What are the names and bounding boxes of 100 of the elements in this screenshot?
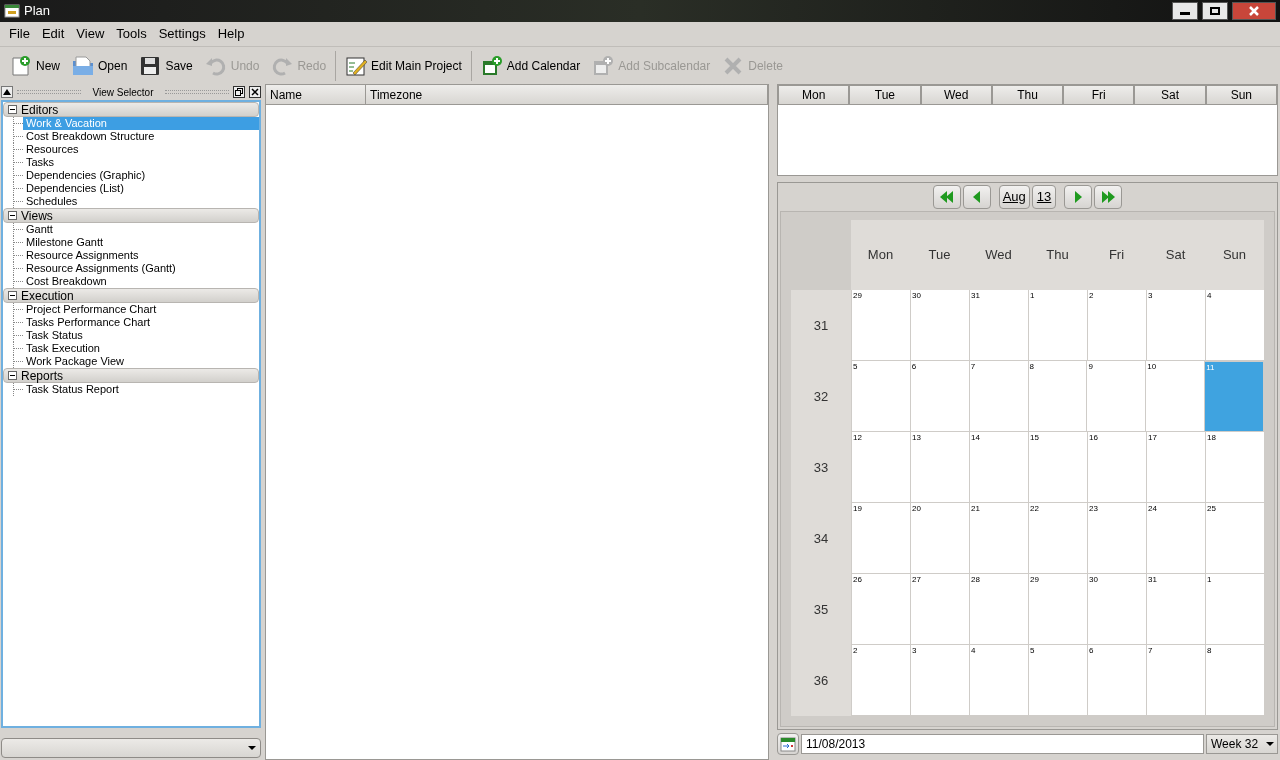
tree-item[interactable]: Schedules	[23, 195, 259, 208]
day-cell[interactable]: 15	[1028, 432, 1087, 503]
day-cell[interactable]: 29	[1028, 574, 1087, 645]
right-arrow-icon	[1074, 191, 1082, 203]
day-cell[interactable]: 23	[1087, 503, 1146, 574]
collapse-button[interactable]	[1, 86, 13, 98]
day-cell[interactable]: 14	[969, 432, 1028, 503]
tree-item[interactable]: Milestone Gantt	[23, 236, 259, 249]
day-cell[interactable]: 13	[910, 432, 969, 503]
tree-item[interactable]: Task Status	[23, 329, 259, 342]
day-header: Sat	[1134, 85, 1206, 105]
day-cell[interactable]: 2	[1087, 290, 1146, 361]
year-button[interactable]: 13	[1031, 185, 1057, 209]
maximize-button[interactable]	[1202, 2, 1228, 20]
day-cell[interactable]: 8	[1027, 361, 1087, 432]
minimize-button[interactable]	[1172, 2, 1198, 20]
day-cell[interactable]: 7	[968, 361, 1028, 432]
month-button[interactable]: Aug	[998, 185, 1030, 209]
day-header: Tue	[849, 85, 921, 105]
toolbar-button[interactable]: New	[4, 49, 66, 82]
day-cell[interactable]: 30	[1087, 574, 1146, 645]
tree-item[interactable]: Resources	[23, 143, 259, 156]
tree-item[interactable]: Task Status Report	[23, 383, 259, 396]
day-cell[interactable]: 17	[1146, 432, 1205, 503]
tree-group[interactable]: Editors	[3, 102, 259, 117]
today-button[interactable]	[777, 733, 799, 755]
week-number: 31	[813, 316, 829, 335]
day-cell[interactable]: 27	[910, 574, 969, 645]
tree-item[interactable]: Tasks	[23, 156, 259, 169]
toolbar-button[interactable]: Add Calendar	[474, 49, 587, 82]
day-cell[interactable]: 4	[969, 645, 1028, 716]
day-cell[interactable]: 18	[1205, 432, 1264, 503]
tree-item[interactable]: Gantt	[23, 223, 259, 236]
day-cell[interactable]: 9	[1086, 361, 1146, 432]
next-month-button[interactable]	[1064, 185, 1093, 209]
day-cell[interactable]: 1	[1028, 290, 1087, 361]
view-dropdown[interactable]	[1, 738, 261, 758]
menu-item[interactable]: Settings	[153, 24, 211, 44]
day-cell[interactable]: 8	[1205, 645, 1264, 716]
day-cell[interactable]: 31	[1146, 574, 1205, 645]
tree-item[interactable]: Project Performance Chart	[23, 303, 259, 316]
day-cell[interactable]: 21	[969, 503, 1028, 574]
day-cell[interactable]: 22	[1028, 503, 1087, 574]
day-cell[interactable]: 28	[969, 574, 1028, 645]
toolbar-button[interactable]: Save	[133, 49, 199, 82]
tree-item[interactable]: Tasks Performance Chart	[23, 316, 259, 329]
toolbar-button[interactable]: Edit Main Project	[339, 49, 468, 82]
weekday-label: Tue	[928, 246, 951, 265]
day-cell[interactable]: 1	[1205, 574, 1264, 645]
day-cell[interactable]: 5	[1028, 645, 1087, 716]
date-field[interactable]: 11/08/2013	[801, 734, 1204, 754]
tree-item[interactable]: Dependencies (List)	[23, 182, 259, 195]
day-cell[interactable]: 24	[1146, 503, 1205, 574]
day-cell[interactable]: 6	[1087, 645, 1146, 716]
tree-item[interactable]: Cost Breakdown	[23, 275, 259, 288]
weekday-label: Sat	[1165, 246, 1186, 265]
tree-item[interactable]: Resource Assignments (Gantt)	[23, 262, 259, 275]
tree-item[interactable]: Task Execution	[23, 342, 259, 355]
menu-item[interactable]: Help	[212, 24, 250, 44]
float-button[interactable]	[233, 86, 245, 98]
tree-item[interactable]: Cost Breakdown Structure	[23, 130, 259, 143]
column-header[interactable]: Name	[266, 85, 366, 104]
previous-month-button[interactable]	[962, 185, 991, 209]
menu-item[interactable]: View	[71, 24, 110, 44]
day-cell[interactable]: 2	[851, 645, 910, 716]
day-cell[interactable]: 7	[1146, 645, 1205, 716]
day-cell[interactable]: 10	[1145, 361, 1205, 432]
tree-item[interactable]: Dependencies (Graphic)	[23, 169, 259, 182]
left-arrow-icon	[940, 191, 954, 203]
column-header[interactable]: Timezone	[366, 85, 768, 104]
week-number: 34	[813, 529, 829, 548]
day-cell[interactable]: 16	[1087, 432, 1146, 503]
day-cell[interactable]: 3	[910, 645, 969, 716]
week-dropdown[interactable]: Week 32	[1206, 734, 1278, 754]
day-cell[interactable]: 4	[1205, 290, 1264, 361]
menu-item[interactable]: File	[4, 24, 35, 44]
day-cell[interactable]: 31	[969, 290, 1028, 361]
menu-item[interactable]: Edit	[36, 24, 70, 44]
day-cell[interactable]: 25	[1205, 503, 1264, 574]
day-cell[interactable]: 30	[910, 290, 969, 361]
previous-year-button[interactable]	[932, 185, 961, 209]
close-icon	[1249, 6, 1259, 16]
close-button[interactable]	[1232, 2, 1276, 20]
next-year-button[interactable]	[1094, 185, 1123, 209]
day-cell[interactable]: 20	[910, 503, 969, 574]
tree-group[interactable]: Views	[3, 208, 259, 223]
menu-item[interactable]: Tools	[111, 24, 152, 44]
day-cell[interactable]: 12	[851, 432, 910, 503]
day-cell[interactable]: 5	[851, 361, 910, 432]
day-cell[interactable]: 29	[851, 290, 910, 361]
day-cell[interactable]: 3	[1146, 290, 1205, 361]
tree-group[interactable]: Execution	[3, 288, 259, 303]
tree-item[interactable]: Work Package View	[23, 355, 259, 368]
day-cell[interactable]: 6	[909, 361, 969, 432]
day-cell[interactable]: 19	[851, 503, 910, 574]
tree-group[interactable]: Reports	[3, 368, 259, 383]
close-panel-button[interactable]	[249, 86, 261, 98]
toolbar-button[interactable]: Open	[66, 49, 134, 82]
day-cell[interactable]: 26	[851, 574, 910, 645]
tree-item[interactable]: Resource Assignments	[23, 249, 259, 262]
